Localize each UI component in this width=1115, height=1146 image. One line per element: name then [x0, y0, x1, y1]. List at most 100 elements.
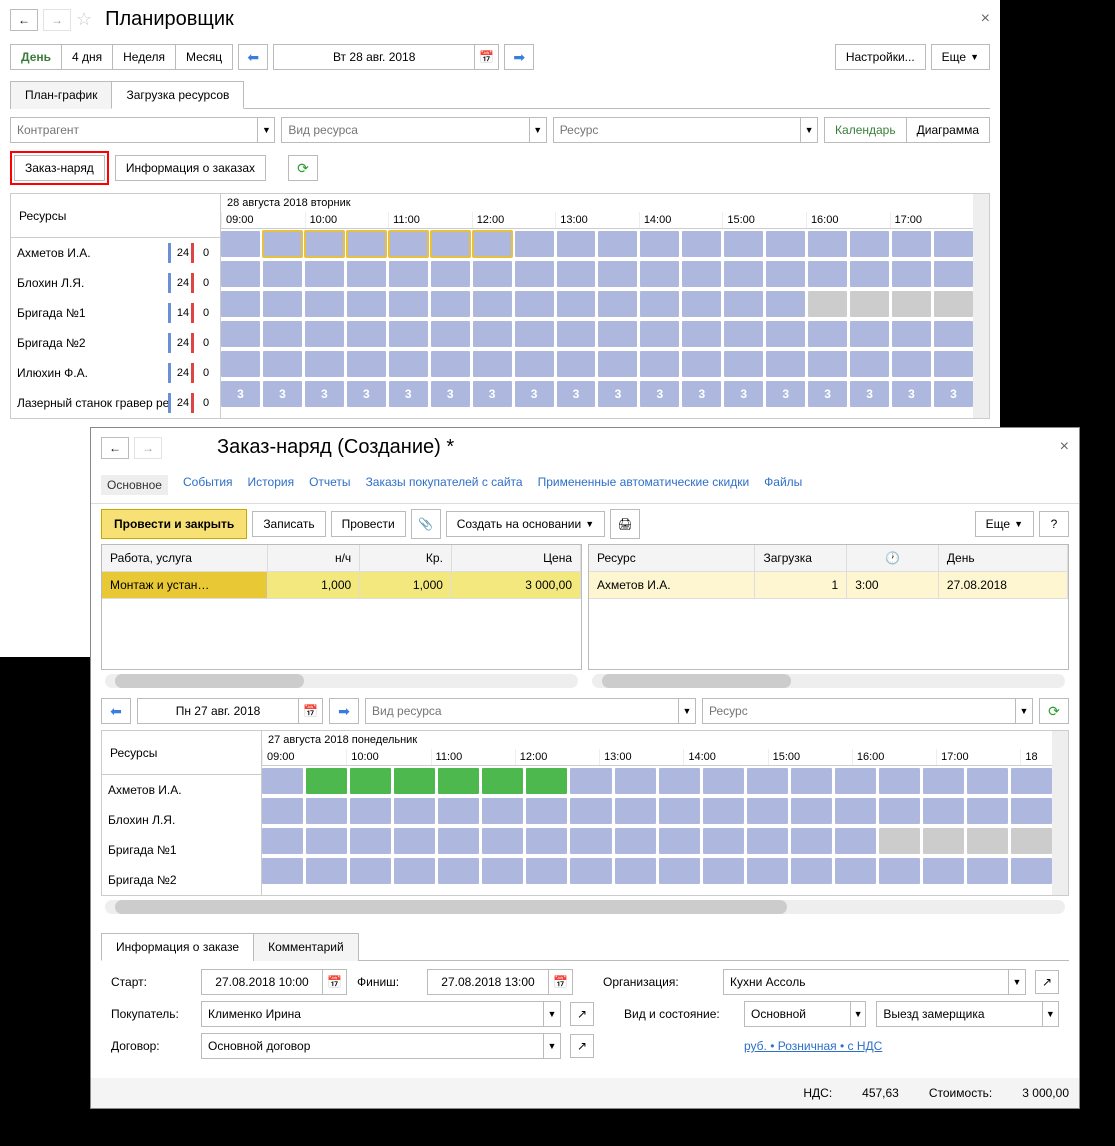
- counterparty-input[interactable]: [11, 118, 257, 142]
- post-close-button[interactable]: Провести и закрыть: [101, 509, 247, 539]
- dd-btn[interactable]: ▼: [1015, 699, 1032, 723]
- finish-input[interactable]: [428, 970, 548, 994]
- open-icon[interactable]: ↗: [1035, 970, 1059, 994]
- buyer-label: Покупатель:: [111, 1007, 191, 1021]
- resource-row[interactable]: Ахметов И.А.: [102, 775, 261, 805]
- table-row[interactable]: Ахметов И.А. 1 3:00 27.08.2018: [589, 572, 1068, 599]
- dd-btn[interactable]: ▼: [543, 1002, 560, 1026]
- vscroll[interactable]: [1052, 731, 1068, 895]
- start-input[interactable]: [202, 970, 322, 994]
- resource-row[interactable]: Бригада №1140: [11, 298, 220, 328]
- table-row[interactable]: Монтаж и устан… 1,000 1,000 3 000,00: [102, 572, 581, 599]
- prev-date[interactable]: ⬅: [238, 44, 268, 70]
- tab-comment[interactable]: Комментарий: [253, 933, 359, 961]
- date-input[interactable]: [274, 45, 474, 69]
- resource-input[interactable]: [703, 699, 1015, 723]
- resource-row[interactable]: Блохин Л.Я.240: [11, 268, 220, 298]
- status-input[interactable]: [877, 1002, 1041, 1026]
- org-input[interactable]: [724, 970, 1008, 994]
- nav-reports[interactable]: Отчеты: [309, 475, 350, 495]
- attach-icon[interactable]: 📎: [411, 509, 441, 539]
- nav-events[interactable]: События: [183, 475, 233, 495]
- type-input[interactable]: [745, 1002, 850, 1026]
- view-week[interactable]: Неделя: [112, 44, 176, 70]
- dd-btn[interactable]: ▼: [257, 118, 274, 142]
- dd-btn[interactable]: ▼: [850, 1002, 866, 1026]
- fwd-button[interactable]: →: [134, 437, 162, 459]
- resource-row[interactable]: Блохин Л.Я.: [102, 805, 261, 835]
- next-date[interactable]: ➡: [329, 698, 359, 724]
- refresh-button[interactable]: ⟳: [288, 155, 318, 181]
- hscroll[interactable]: [105, 900, 1065, 914]
- restype-input[interactable]: [282, 118, 528, 142]
- refresh-button[interactable]: ⟳: [1039, 698, 1069, 724]
- close-icon[interactable]: ×: [1060, 438, 1069, 456]
- resource-row[interactable]: Бригада №1: [102, 835, 261, 865]
- org-label: Организация:: [603, 975, 713, 989]
- fwd-button[interactable]: →: [43, 9, 71, 31]
- col-nh: н/ч: [268, 545, 360, 572]
- cost-label: Стоимость:: [929, 1086, 992, 1100]
- dd-btn[interactable]: ▼: [800, 118, 817, 142]
- view-4days[interactable]: 4 дня: [61, 44, 113, 70]
- nav-files[interactable]: Файлы: [764, 475, 802, 495]
- hscroll[interactable]: [105, 674, 578, 688]
- open-icon[interactable]: ↗: [570, 1002, 594, 1026]
- tab-load[interactable]: Загрузка ресурсов: [111, 81, 244, 109]
- more-button[interactable]: Еще ▼: [975, 511, 1034, 537]
- currency-link[interactable]: руб. • Розничная • с НДС: [744, 1039, 882, 1053]
- back-button[interactable]: ←: [101, 437, 129, 459]
- close-icon[interactable]: ×: [981, 10, 990, 28]
- dd-btn[interactable]: ▼: [1042, 1002, 1058, 1026]
- tab-plan[interactable]: План-график: [10, 81, 112, 109]
- dd-btn[interactable]: ▼: [1008, 970, 1025, 994]
- start-label: Старт:: [111, 975, 191, 989]
- nav-history[interactable]: История: [248, 475, 295, 495]
- dd-btn[interactable]: ▼: [678, 699, 695, 723]
- view-month[interactable]: Месяц: [175, 44, 233, 70]
- vat-label: НДС:: [803, 1086, 832, 1100]
- dd-btn[interactable]: ▼: [529, 118, 546, 142]
- resource-row[interactable]: Бригада №2240: [11, 328, 220, 358]
- resource-row[interactable]: Лазерный станок гравер резчи240: [11, 388, 220, 418]
- save-button[interactable]: Записать: [252, 511, 325, 537]
- dd-btn[interactable]: ▼: [543, 1034, 560, 1058]
- nav-main[interactable]: Основное: [101, 475, 168, 495]
- cost-value: 3 000,00: [1022, 1086, 1069, 1100]
- star-icon[interactable]: ☆: [76, 9, 92, 30]
- diagram-view[interactable]: Диаграмма: [906, 117, 990, 143]
- contract-input[interactable]: [202, 1034, 543, 1058]
- calendar-icon[interactable]: 📅: [298, 699, 322, 723]
- calendar-icon[interactable]: 📅: [548, 970, 572, 994]
- settings-button[interactable]: Настройки...: [835, 44, 926, 70]
- tab-info[interactable]: Информация о заказе: [101, 933, 254, 961]
- hscroll[interactable]: [592, 674, 1065, 688]
- next-date[interactable]: ➡: [504, 44, 534, 70]
- create-based-button[interactable]: Создать на основании ▼: [446, 511, 605, 537]
- print-icon[interactable]: 🖨: [610, 509, 640, 539]
- help-button[interactable]: ?: [1039, 511, 1069, 537]
- calendar-view[interactable]: Календарь: [824, 117, 907, 143]
- nav-web[interactable]: Заказы покупателей с сайта: [366, 475, 523, 495]
- calendar-icon[interactable]: 📅: [322, 970, 346, 994]
- resource-row[interactable]: Ахметов И.А.240: [11, 238, 220, 268]
- resource-input[interactable]: [554, 118, 800, 142]
- date-input[interactable]: [138, 699, 298, 723]
- resource-row[interactable]: Илюхин Ф.А.240: [11, 358, 220, 388]
- nav-discounts[interactable]: Примененные автоматические скидки: [538, 475, 750, 495]
- post-button[interactable]: Провести: [331, 511, 406, 537]
- more-button[interactable]: Еще ▼: [931, 44, 990, 70]
- col-resource: Ресурс: [589, 545, 755, 572]
- orders-info-button[interactable]: Информация о заказах: [115, 155, 266, 181]
- prev-date[interactable]: ⬅: [101, 698, 131, 724]
- restype-input[interactable]: [366, 699, 678, 723]
- order-button[interactable]: Заказ-наряд: [14, 155, 105, 181]
- back-button[interactable]: ←: [10, 9, 38, 31]
- buyer-input[interactable]: [202, 1002, 543, 1026]
- col-time: 🕐: [847, 545, 939, 572]
- calendar-icon[interactable]: 📅: [474, 45, 498, 69]
- resource-row[interactable]: Бригада №2: [102, 865, 261, 895]
- vscroll[interactable]: [973, 194, 989, 418]
- open-icon[interactable]: ↗: [570, 1034, 594, 1058]
- view-day[interactable]: День: [10, 44, 62, 70]
